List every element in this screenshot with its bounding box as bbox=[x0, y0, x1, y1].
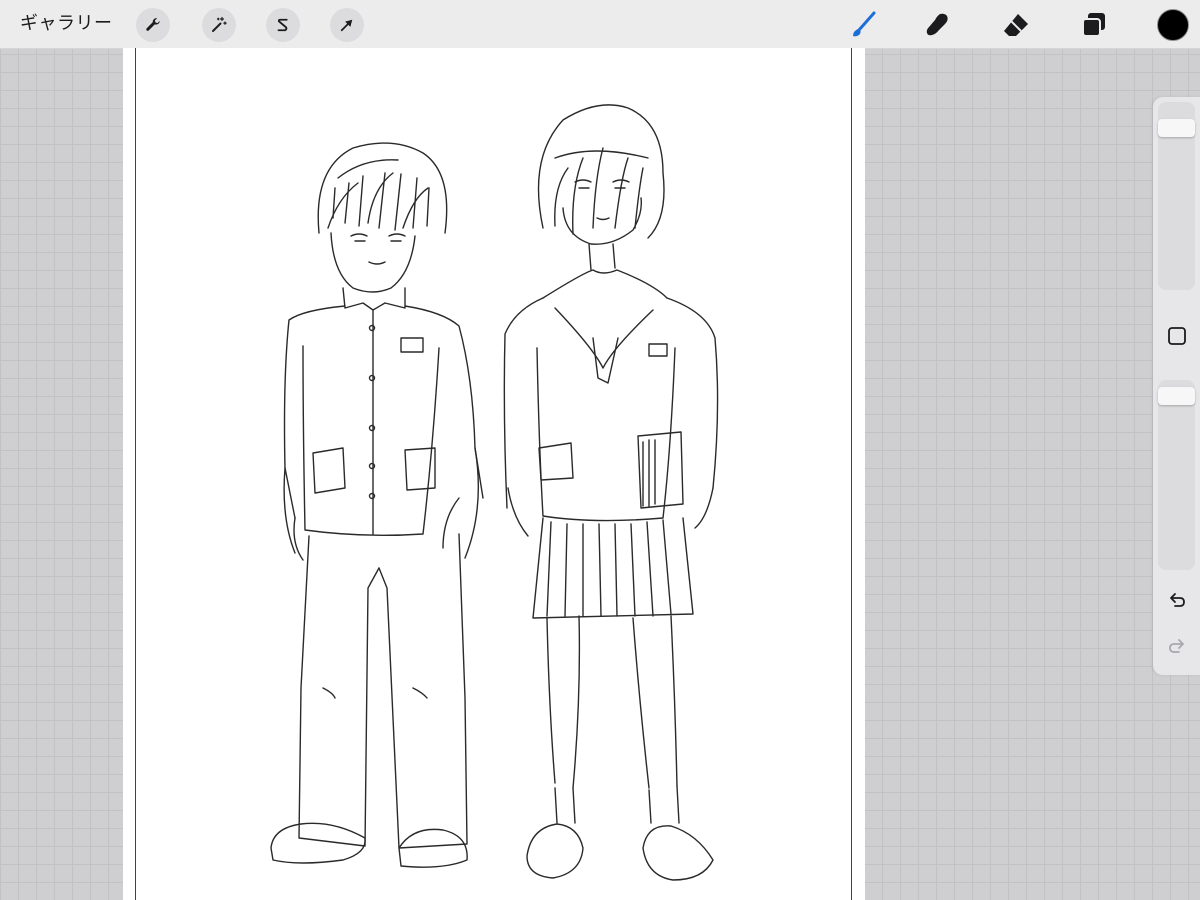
eraser-icon bbox=[1004, 14, 1028, 36]
magic-wand-icon bbox=[212, 16, 227, 32]
brush-size-slider[interactable] bbox=[1158, 102, 1195, 290]
girl-figure bbox=[503, 104, 719, 881]
brush-icon bbox=[853, 11, 876, 37]
top-toolbar: ギャラリー bbox=[0, 0, 1200, 49]
layers-icon bbox=[1082, 13, 1105, 37]
opacity-slider[interactable] bbox=[1158, 380, 1195, 570]
boy-figure bbox=[270, 142, 484, 868]
transform-button[interactable] bbox=[330, 8, 364, 42]
selection-button[interactable] bbox=[266, 8, 300, 42]
opacity-thumb[interactable] bbox=[1158, 387, 1195, 405]
smudge-icon bbox=[926, 13, 948, 36]
layers-button[interactable] bbox=[1075, 6, 1113, 44]
square-icon bbox=[1167, 326, 1186, 345]
brush-size-thumb[interactable] bbox=[1158, 119, 1195, 137]
actions-button[interactable] bbox=[136, 8, 170, 42]
selection-s-icon bbox=[277, 18, 288, 32]
smudge-tool-button[interactable] bbox=[919, 6, 957, 44]
arrow-cursor-icon bbox=[340, 19, 353, 32]
brush-tool-button[interactable] bbox=[844, 6, 882, 44]
modify-button[interactable] bbox=[1161, 320, 1192, 351]
gallery-button[interactable]: ギャラリー bbox=[20, 12, 113, 36]
redo-icon bbox=[1168, 638, 1184, 653]
wrench-icon bbox=[146, 18, 160, 31]
color-picker-swatch[interactable] bbox=[1157, 9, 1189, 41]
adjustments-button[interactable] bbox=[202, 8, 236, 42]
undo-button[interactable] bbox=[1161, 584, 1192, 615]
drawing-canvas[interactable] bbox=[123, 48, 865, 900]
undo-icon bbox=[1169, 592, 1185, 607]
eraser-tool-button[interactable] bbox=[997, 6, 1035, 44]
redo-button[interactable] bbox=[1161, 630, 1192, 661]
sketch-artwork bbox=[270, 104, 719, 881]
right-sidebar bbox=[1153, 97, 1200, 675]
